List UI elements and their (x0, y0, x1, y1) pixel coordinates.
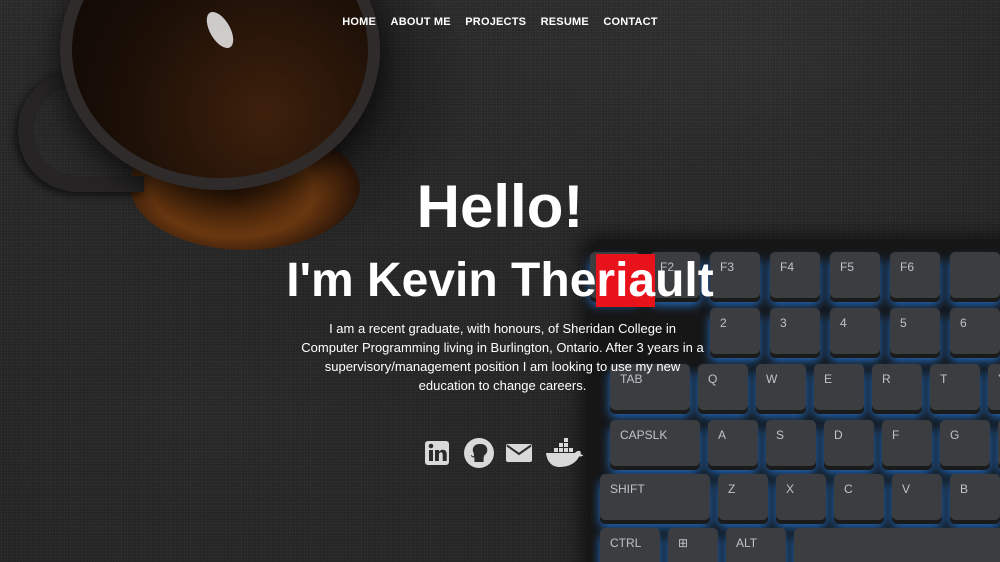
social-links (420, 437, 590, 469)
nav-resume[interactable]: RESUME (541, 16, 589, 28)
github-link[interactable] (463, 437, 495, 469)
keyboard-key: SHIFT (600, 474, 710, 520)
keyboard-key: E (814, 364, 864, 410)
nav-home[interactable]: HOME (342, 16, 376, 28)
nav-projects[interactable]: PROJECTS (465, 16, 526, 28)
nav-contact[interactable]: CONTACT (603, 16, 657, 28)
keyboard-key: R (872, 364, 922, 410)
keyboard-key: Q (698, 364, 748, 410)
keyboard-key: 2 (710, 308, 760, 354)
keyboard-key: X (776, 474, 826, 520)
keyboard-key: A (708, 420, 758, 466)
nav-about-me[interactable]: ABOUT ME (391, 16, 451, 28)
hero-bio: I am a recent graduate, with honours, of… (301, 321, 704, 393)
keyboard-key: CTRL (600, 528, 660, 562)
keyboard-key: B (950, 474, 1000, 520)
keyboard-key: Y (988, 364, 1000, 410)
linkedin-link[interactable] (424, 437, 450, 469)
hero-greeting: Hello! (416, 173, 584, 240)
keyboard-key (794, 528, 1000, 562)
name-part: ult (655, 254, 714, 307)
keyboard-key: 5 (890, 308, 940, 354)
keyboard-key: S (766, 420, 816, 466)
keyboard-key: ALT (726, 528, 786, 562)
keyboard-key: 3 (770, 308, 820, 354)
keyboard-key: CAPSLK (610, 420, 700, 466)
keyboard-key: T (930, 364, 980, 410)
docker-link[interactable] (545, 437, 585, 469)
email-link[interactable] (505, 437, 533, 469)
keyboard-key: V (892, 474, 942, 520)
email-icon (506, 444, 532, 462)
linkedin-icon (425, 441, 449, 465)
docker-icon (546, 438, 584, 467)
keyboard-key: Z (718, 474, 768, 520)
keyboard-key: 6 (950, 308, 1000, 354)
keyboard-key: ⊞ (668, 528, 718, 562)
name-highlight: ria (596, 254, 656, 307)
keyboard-key: C (834, 474, 884, 520)
keyboard-key: 4 (830, 308, 880, 354)
github-icon (464, 438, 494, 468)
top-nav: HOME ABOUT ME PROJECTS RESUME CONTACT (0, 12, 1000, 30)
name-part: I'm Kevin The (286, 254, 597, 307)
keyboard-key: D (824, 420, 874, 466)
keyboard-key: G (940, 420, 990, 466)
keyboard-key: F (882, 420, 932, 466)
hero-name: I'm Kevin Theriault (0, 253, 1000, 308)
keyboard-key: W (756, 364, 806, 410)
